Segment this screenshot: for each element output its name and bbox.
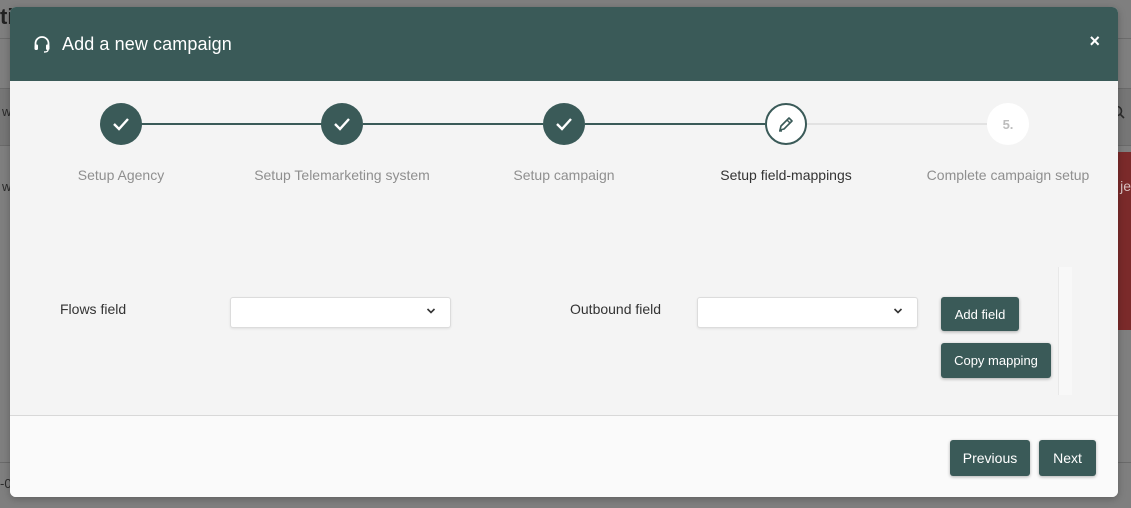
check-icon — [113, 118, 129, 131]
headset-icon — [32, 34, 52, 54]
modal-footer: Previous Next — [10, 415, 1118, 497]
step-1-indicator[interactable] — [100, 103, 142, 145]
step-4-indicator[interactable] — [765, 103, 807, 145]
check-icon — [556, 118, 572, 131]
edit-pen-icon — [779, 117, 793, 132]
outbound-field-select[interactable] — [697, 297, 918, 328]
step-1-label: Setup Agency — [77, 167, 165, 183]
step-connector — [363, 123, 543, 125]
check-icon — [334, 118, 350, 131]
chevron-down-icon — [893, 308, 903, 314]
step-connector — [807, 123, 987, 125]
outbound-field-label: Outbound field — [570, 301, 662, 317]
next-button[interactable]: Next — [1039, 440, 1096, 476]
flows-field-label: Flows field — [60, 301, 127, 317]
step-4-label: Setup field-mappings — [720, 167, 852, 183]
step-5-marker: 5. — [1002, 116, 1014, 132]
step-connector — [585, 123, 765, 125]
flows-field-select[interactable] — [230, 297, 451, 328]
add-field-button[interactable]: Add field — [941, 297, 1019, 331]
step-5-indicator[interactable]: 5. — [987, 103, 1029, 145]
campaign-stepper: Setup Agency Setup Telemarketing system … — [10, 81, 1118, 201]
modal-title: Add a new campaign — [62, 33, 232, 54]
previous-button[interactable]: Previous — [950, 440, 1030, 476]
modal-body: Setup Agency Setup Telemarketing system … — [10, 81, 1118, 415]
add-campaign-modal: Add a new campaign × Setup Agency Setup … — [10, 7, 1118, 497]
step-3-label: Setup campaign — [513, 167, 615, 183]
step-5-label: Complete campaign setup — [926, 167, 1090, 183]
copy-mapping-button[interactable]: Copy mapping — [941, 343, 1051, 378]
background-alert-text: je — [1120, 178, 1131, 194]
scrollbar[interactable] — [1058, 267, 1072, 395]
step-2-label: Setup Telemarketing system — [254, 167, 430, 183]
modal-header: Add a new campaign × — [10, 7, 1118, 81]
chevron-down-icon — [426, 308, 436, 314]
step-3-indicator[interactable] — [543, 103, 585, 145]
close-button[interactable]: × — [1089, 32, 1100, 50]
step-2-indicator[interactable] — [321, 103, 363, 145]
step-connector — [121, 123, 322, 125]
